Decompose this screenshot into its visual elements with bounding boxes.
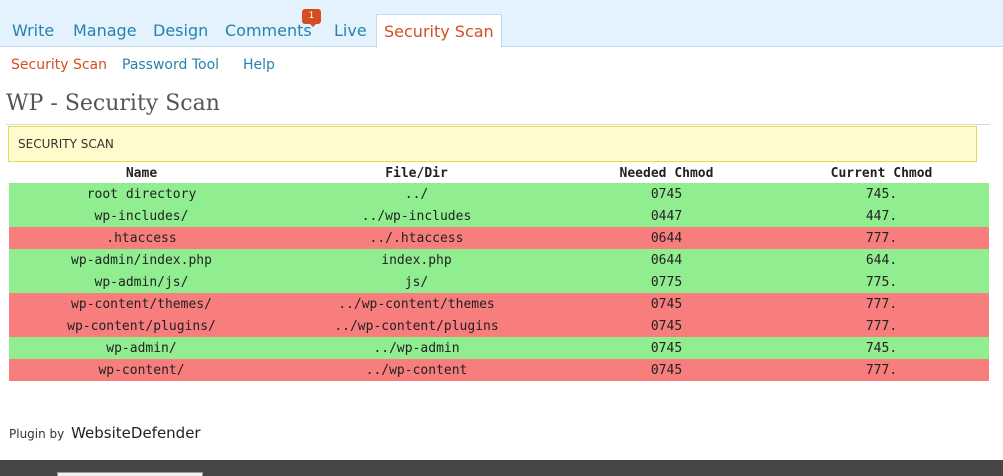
tab-manage[interactable]: Manage <box>66 14 144 47</box>
cell-file-dir: js/ <box>274 271 559 293</box>
top-menu-bar: Write Manage Design Comments Live Securi… <box>0 0 1003 48</box>
cell-needed-chmod: 0775 <box>559 271 774 293</box>
cell-name: wp-content/ <box>9 359 274 381</box>
cell-name: wp-content/themes/ <box>9 293 274 315</box>
table-row: wp-content/themes/../wp-content/themes 07… <box>9 293 989 315</box>
cell-name: wp-admin/index.php <box>9 249 274 271</box>
cell-current-chmod: 777. <box>774 315 989 337</box>
cell-current-chmod: 745. <box>774 337 989 359</box>
cell-name: wp-includes/ <box>9 205 274 227</box>
security-scan-table: Name File/Dir Needed Chmod Current Chmod… <box>9 164 989 381</box>
cell-needed-chmod: 0745 <box>559 315 774 337</box>
table-row: root directory ../0745 745. <box>9 183 989 205</box>
cell-file-dir: ../wp-content/plugins <box>274 315 559 337</box>
cell-needed-chmod: 0644 <box>559 227 774 249</box>
cell-name: root directory <box>9 183 274 205</box>
plugin-credit: Plugin by WebsiteDefender <box>9 424 201 442</box>
submenu-item-help[interactable]: Help <box>243 57 275 73</box>
table-header-row: Name File/Dir Needed Chmod Current Chmod <box>9 164 989 183</box>
submenu-item-security-scan[interactable]: Security Scan <box>11 57 107 73</box>
tab-live[interactable]: Live <box>327 14 374 47</box>
table-row: wp-includes/../wp-includes 0447 447. <box>9 205 989 227</box>
table-row: wp-admin/index.php index.php 0644 644. <box>9 249 989 271</box>
column-header-needed-chmod: Needed Chmod <box>619 166 714 181</box>
column-header-name: Name <box>125 166 158 181</box>
cell-current-chmod: 644. <box>774 249 989 271</box>
column-header-current-chmod: Current Chmod <box>830 166 933 181</box>
cell-name: wp-admin/js/ <box>9 271 274 293</box>
cell-current-chmod: 775. <box>774 271 989 293</box>
tab-design[interactable]: Design <box>146 14 215 47</box>
table-row: wp-admin/js/js/0775 775. <box>9 271 989 293</box>
cell-name: .htaccess <box>9 227 274 249</box>
table-row: wp-content/../wp-content 0745 777. <box>9 359 989 381</box>
cell-needed-chmod: 0644 <box>559 249 774 271</box>
cell-needed-chmod: 0745 <box>559 359 774 381</box>
footer-input[interactable] <box>57 472 203 476</box>
cell-current-chmod: 777. <box>774 227 989 249</box>
cell-needed-chmod: 0745 <box>559 183 774 205</box>
comments-count-badge: 1 <box>302 9 321 27</box>
cell-file-dir: ../wp-content <box>274 359 559 381</box>
cell-file-dir: index.php <box>274 249 559 271</box>
column-header-file-dir: File/Dir <box>385 166 448 181</box>
table-row: wp-admin/../wp-admin 0745 745. <box>9 337 989 359</box>
cell-file-dir: ../wp-admin <box>274 337 559 359</box>
credit-prefix: Plugin by <box>9 427 65 441</box>
cell-file-dir: ../wp-includes <box>274 205 559 227</box>
cell-name: wp-admin/ <box>9 337 274 359</box>
cell-needed-chmod: 0447 <box>559 205 774 227</box>
submenu-item-password-tool[interactable]: Password Tool <box>122 57 219 73</box>
page-title: WP - Security Scan <box>6 91 220 116</box>
cell-file-dir: ../.htaccess <box>274 227 559 249</box>
cell-current-chmod: 777. <box>774 293 989 315</box>
table-row: .htaccess ../.htaccess 0644 777. <box>9 227 989 249</box>
cell-current-chmod: 745. <box>774 183 989 205</box>
cell-needed-chmod: 0745 <box>559 293 774 315</box>
tab-security-scan[interactable]: Security Scan <box>376 14 502 48</box>
notice-box: SECURITY SCAN <box>8 126 977 162</box>
cell-current-chmod: 447. <box>774 205 989 227</box>
cell-file-dir: ../ <box>274 183 559 205</box>
cell-current-chmod: 777. <box>774 359 989 381</box>
cell-needed-chmod: 0745 <box>559 337 774 359</box>
title-divider <box>6 124 990 125</box>
cell-name: wp-content/plugins/ <box>9 315 274 337</box>
table-row: wp-content/plugins/../wp-content/plugins… <box>9 315 989 337</box>
websitedefender-link[interactable]: WebsiteDefender <box>71 424 201 442</box>
cell-file-dir: ../wp-content/themes <box>274 293 559 315</box>
tab-write[interactable]: Write <box>5 14 61 47</box>
